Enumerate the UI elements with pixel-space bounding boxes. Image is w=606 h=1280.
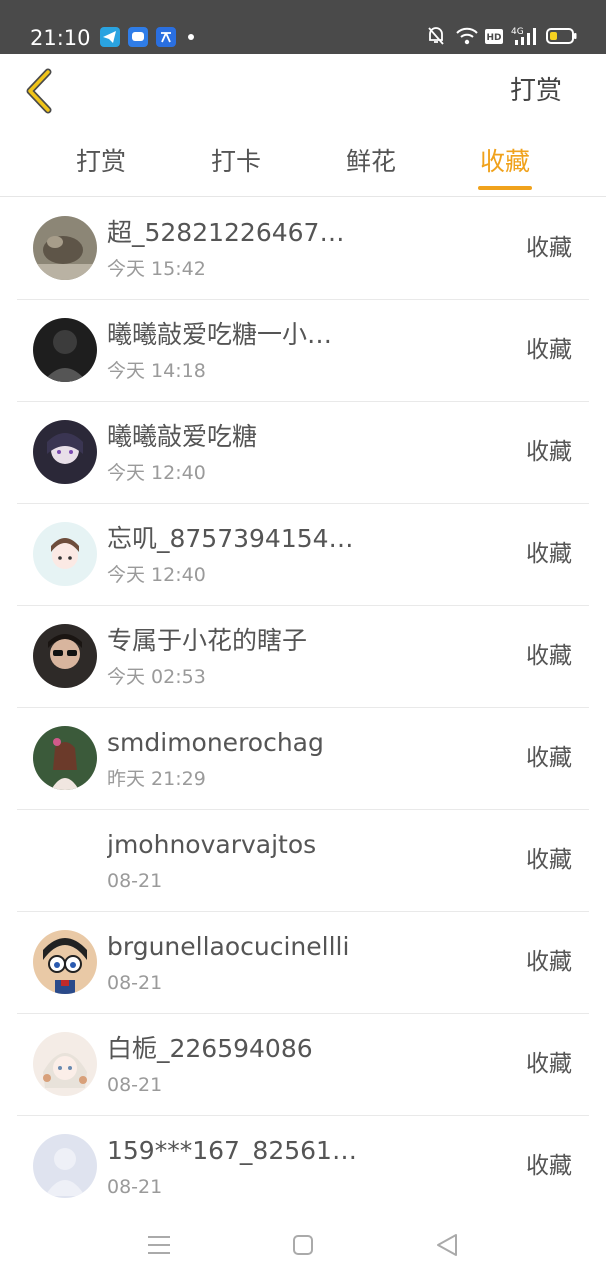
- timestamp: 08-21: [107, 1074, 163, 1096]
- status-bar: 21:10 HD 4G: [0, 0, 606, 54]
- tab-favorites[interactable]: 收藏: [450, 144, 560, 180]
- action-label: 收藏: [526, 439, 572, 465]
- action-label: 收藏: [526, 541, 572, 567]
- timestamp: 今天 02:53: [107, 666, 206, 688]
- notification-dot: [188, 34, 194, 40]
- telegram-icon: [100, 27, 120, 47]
- user-name: 曦曦敲爱吃糖: [107, 422, 258, 451]
- avatar: [33, 624, 97, 688]
- svg-text:HD: HD: [486, 33, 501, 43]
- timestamp: 今天 12:40: [107, 564, 206, 586]
- svg-text:4G: 4G: [511, 27, 524, 37]
- active-tab-indicator: [478, 186, 532, 190]
- user-name: 忘叽_8757394154…: [107, 524, 354, 553]
- avatar: [33, 522, 97, 586]
- avatar: [33, 726, 97, 790]
- avatar: [33, 216, 97, 280]
- tab-checkin[interactable]: 打卡: [181, 144, 291, 180]
- list-item[interactable]: 白栀_226594086 08-21 收藏: [17, 1013, 589, 1116]
- list-item[interactable]: smdimonerochag 昨天 21:29 收藏: [17, 707, 589, 810]
- user-name: 159***167_82561…: [107, 1136, 357, 1165]
- user-name: smdimonerochag: [107, 728, 324, 757]
- home-square-icon[interactable]: [288, 1230, 318, 1260]
- tab-reward[interactable]: 打赏: [46, 144, 156, 180]
- user-name: 曦曦敲爱吃糖一小…: [107, 320, 333, 349]
- signal-4g-icon: 4G: [511, 24, 539, 52]
- action-label: 收藏: [526, 235, 572, 261]
- action-label: 收藏: [526, 847, 572, 873]
- chevron-left-icon: [26, 68, 52, 114]
- timestamp: 今天 14:18: [107, 360, 206, 382]
- message-icon: [128, 27, 148, 47]
- reward-button[interactable]: 打赏: [510, 73, 562, 109]
- list-item[interactable]: brgunellaocucinellli 08-21 收藏: [17, 911, 589, 1014]
- timestamp: 今天 12:40: [107, 462, 206, 484]
- wifi-icon: [455, 24, 479, 52]
- action-label: 收藏: [526, 745, 572, 771]
- user-name: jmohnovarvajtos: [107, 830, 317, 859]
- list-item[interactable]: 忘叽_8757394154… 今天 12:40 收藏: [17, 503, 589, 606]
- user-name: brgunellaocucinellli: [107, 932, 350, 961]
- action-label: 收藏: [526, 1153, 572, 1179]
- status-time: 21:10: [30, 26, 91, 50]
- avatar: [33, 1032, 97, 1096]
- action-label: 收藏: [526, 643, 572, 669]
- list-item[interactable]: 曦曦敲爱吃糖 今天 12:40 收藏: [17, 401, 589, 504]
- user-name: 白栀_226594086: [107, 1034, 313, 1063]
- menu-icon[interactable]: [144, 1230, 174, 1260]
- timestamp: 今天 15:42: [107, 258, 206, 280]
- list-item[interactable]: 专属于小花的瞎子 今天 02:53 收藏: [17, 605, 589, 708]
- avatar: [33, 318, 97, 382]
- user-name: 超_52821226467…: [107, 218, 345, 247]
- timestamp: 08-21: [107, 1176, 163, 1198]
- mute-icon: [426, 24, 446, 52]
- avatar: [33, 1134, 97, 1198]
- list-item[interactable]: 159***167_82561… 08-21 收藏: [17, 1115, 589, 1211]
- timestamp: 08-21: [107, 870, 163, 892]
- action-label: 收藏: [526, 1051, 572, 1077]
- avatar: [33, 930, 97, 994]
- back-button[interactable]: [20, 66, 60, 116]
- default-avatar-icon: [33, 1134, 97, 1198]
- header: 打赏: [0, 54, 606, 130]
- action-label: 收藏: [526, 949, 572, 975]
- hd-icon: HD: [484, 24, 504, 52]
- action-label: 收藏: [526, 337, 572, 363]
- list-item[interactable]: jmohnovarvajtos 08-21 收藏: [17, 809, 589, 912]
- translate-icon: [156, 27, 176, 47]
- back-triangle-icon[interactable]: [432, 1230, 462, 1260]
- avatar: [33, 420, 97, 484]
- system-nav-bar: [0, 1212, 606, 1280]
- list-item[interactable]: 超_52821226467… 今天 15:42 收藏: [17, 197, 589, 300]
- list-item[interactable]: 曦曦敲爱吃糖一小… 今天 14:18 收藏: [17, 299, 589, 402]
- user-name: 专属于小花的瞎子: [107, 626, 308, 655]
- battery-icon: [546, 24, 578, 52]
- tab-flowers[interactable]: 鲜花: [316, 144, 426, 180]
- timestamp: 昨天 21:29: [107, 768, 206, 790]
- timestamp: 08-21: [107, 972, 163, 994]
